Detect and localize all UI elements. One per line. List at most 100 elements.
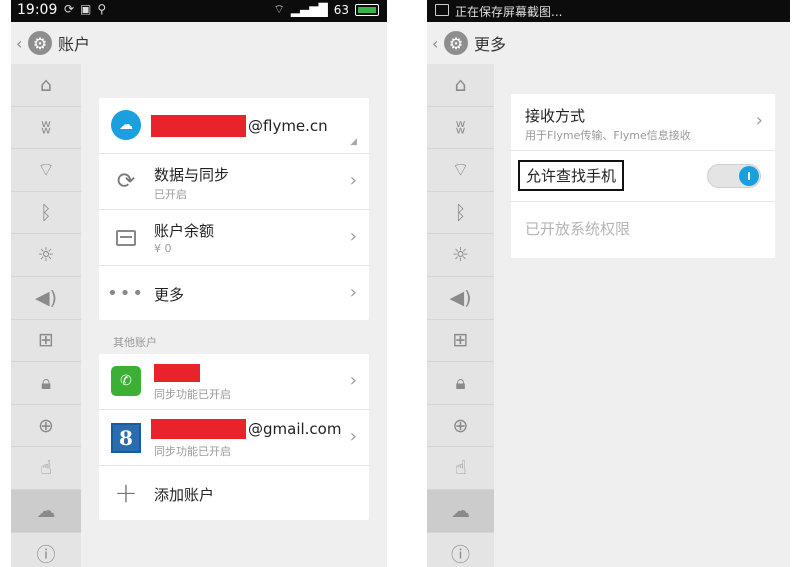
settings-sidebar: ⌂ ʬ ⌔ ᛒ ☼ ◀) ⊞ 🔒︎ ⊕ ☝ ☁ ⓘ	[11, 64, 81, 567]
list-item-balance[interactable]: 账户余额 ¥ 0 ›	[99, 210, 369, 266]
redacted-gmail-user	[151, 419, 246, 439]
wifi-icon: ⌔	[37, 158, 55, 181]
redacted-wechat-name	[154, 364, 200, 382]
granted-permissions-label: 已开放系统权限	[525, 220, 631, 238]
sidebar-item-theme[interactable]: ⌂	[427, 64, 494, 107]
sidebar-item-language[interactable]: ⊕	[427, 405, 494, 448]
settings-sidebar: ⌂ ʬ ⌔ ᛒ ☼ ◀) ⊞ 🔒︎ ⊕ ☝ ☁ ⓘ	[427, 64, 494, 567]
sidebar-item-security[interactable]: 🔒︎	[11, 362, 81, 405]
sidebar-item-display[interactable]: ☼	[427, 234, 494, 277]
wifi-signal-icon: ⌔	[273, 2, 285, 16]
list-item-receive-method[interactable]: 接收方式 用于Flyme传输、Flyme信息接收 ›	[511, 94, 775, 151]
battery-percent: 63	[333, 2, 349, 17]
hand-icon: ☝	[40, 457, 52, 480]
gmail-sync-status: 同步功能已开启	[154, 445, 231, 458]
back-arrow-icon[interactable]: ‹	[16, 34, 26, 53]
sidebar-item-apps[interactable]: ⊞	[11, 320, 81, 363]
more-dots-icon: •••	[107, 282, 145, 304]
more-content: 接收方式 用于Flyme传输、Flyme信息接收 › 允许查找手机 已开放系统权…	[494, 64, 790, 567]
apps-grid-icon: ⊞	[38, 329, 54, 352]
page-title: 账户	[58, 35, 91, 54]
list-item-wechat[interactable]: ✆ 同步功能已开启 ›	[99, 354, 369, 410]
plus-icon: +	[114, 475, 138, 509]
status-right-icons: ⌔ ▂▄▆█ 63	[274, 2, 379, 17]
sidebar-item-security[interactable]: 🔒︎	[427, 362, 494, 405]
account-card: ☁ @flyme.cn ◢ ⟳ 数据与同步 已开启 › 账户余额 ¥ 0 › •…	[99, 98, 369, 320]
receive-method-desc: 用于Flyme传输、Flyme信息接收	[525, 129, 691, 142]
accounts-content: ☁ @flyme.cn ◢ ⟳ 数据与同步 已开启 › 账户余额 ¥ 0 › •…	[81, 64, 387, 567]
chevron-right-icon: ›	[755, 110, 763, 131]
lock-location-icon: 🔒︎	[455, 371, 466, 394]
sidebar-item-accounts[interactable]: ☁	[427, 489, 494, 533]
sidebar-item-theme[interactable]: ⌂	[11, 64, 81, 107]
antenna-icon: ʬ	[41, 116, 51, 139]
bluetooth-icon: ᛒ	[454, 201, 467, 224]
sidebar-item-mobile-network[interactable]: ʬ	[11, 107, 81, 150]
chevron-right-icon: ›	[349, 282, 357, 303]
corner-triangle-icon: ◢	[350, 137, 357, 147]
sidebar-item-language[interactable]: ⊕	[11, 405, 81, 448]
sidebar-item-about[interactable]: ⓘ	[427, 533, 494, 567]
brightness-icon: ☼	[37, 244, 55, 267]
sidebar-item-display[interactable]: ☼	[11, 234, 81, 277]
flyme-email-suffix: @flyme.cn	[248, 117, 328, 135]
list-item-more[interactable]: ••• 更多 ›	[99, 266, 369, 320]
cloud-icon: ☁	[451, 499, 470, 522]
flyme-account-row[interactable]: ☁ @flyme.cn ◢	[99, 98, 369, 154]
brightness-icon: ☼	[451, 244, 470, 267]
redacted-username	[151, 115, 246, 137]
antenna-icon: ʬ	[455, 116, 466, 139]
sidebar-item-gestures[interactable]: ☝	[427, 447, 494, 490]
list-item-granted-permissions[interactable]: 已开放系统权限	[511, 202, 775, 258]
shirt-icon: ⌂	[39, 73, 53, 96]
sidebar-item-sound[interactable]: ◀)	[427, 277, 494, 320]
info-icon: ⓘ	[450, 543, 470, 566]
chevron-right-icon: ›	[349, 170, 357, 191]
receive-method-label: 接收方式	[525, 107, 586, 125]
wechat-icon: ✆	[111, 366, 141, 396]
sidebar-item-bluetooth[interactable]: ᛒ	[427, 192, 494, 235]
more-settings-card: 接收方式 用于Flyme传输、Flyme信息接收 › 允许查找手机 已开放系统权…	[511, 94, 775, 258]
settings-gear-icon[interactable]: ⚙	[28, 31, 52, 55]
volume-icon: ◀)	[34, 286, 58, 309]
sidebar-item-wifi[interactable]: ⌔	[427, 149, 494, 192]
sidebar-item-bluetooth[interactable]: ᛒ	[11, 192, 81, 235]
bluetooth-icon: ᛒ	[40, 201, 52, 224]
sidebar-item-mobile-network[interactable]: ʬ	[427, 107, 494, 150]
right-phone-screen: 正在保存屏幕截图... ‹ ⚙ 更多 ⌂ ʬ ⌔ ᛒ ☼ ◀) ⊞ 🔒︎ ⊕ ☝…	[427, 0, 790, 567]
cell-signal-icon: ▂▄▆█	[290, 2, 328, 17]
screenshot-saving-text: 正在保存屏幕截图...	[455, 5, 563, 19]
chevron-right-icon: ›	[349, 226, 357, 247]
globe-icon: ⊕	[38, 414, 54, 437]
sidebar-item-about[interactable]: ⓘ	[11, 533, 81, 567]
list-item-find-phone[interactable]: 允许查找手机	[511, 151, 775, 202]
wifi-icon: ⌔	[451, 158, 470, 181]
wechat-sync-status: 同步功能已开启	[154, 388, 231, 401]
sidebar-item-accounts[interactable]: ☁	[11, 489, 81, 533]
other-accounts-heading: 其他账户	[113, 336, 157, 349]
more-label: 更多	[154, 286, 185, 304]
list-item-data-sync[interactable]: ⟳ 数据与同步 已开启 ›	[99, 154, 369, 210]
chevron-right-icon: ›	[349, 426, 357, 447]
find-phone-toggle[interactable]	[707, 164, 761, 188]
info-icon: ⓘ	[36, 543, 56, 566]
google-icon: 8	[111, 423, 141, 453]
add-account-button[interactable]: + 添加账户	[99, 466, 369, 520]
volume-icon: ◀)	[449, 286, 472, 309]
hand-icon: ☝	[454, 457, 467, 480]
screenshot-icon	[435, 4, 449, 16]
page-title: 更多	[474, 35, 507, 54]
list-item-google[interactable]: 8 @gmail.com 同步功能已开启 ›	[99, 410, 369, 466]
find-phone-label: 允许查找手机	[518, 160, 625, 191]
left-phone-screen: 19:09 ⟳▣⚲ ⌔ ▂▄▆█ 63 ‹ ⚙ 账户 ⌂ ʬ ⌔ ᛒ ☼ ◀) …	[11, 0, 387, 567]
wallet-icon	[116, 230, 136, 246]
sidebar-item-gestures[interactable]: ☝	[11, 447, 81, 490]
back-arrow-icon[interactable]: ‹	[432, 34, 442, 53]
sidebar-item-wifi[interactable]: ⌔	[11, 149, 81, 192]
settings-gear-icon[interactable]: ⚙	[444, 31, 468, 55]
chevron-right-icon: ›	[349, 370, 357, 391]
sidebar-item-apps[interactable]: ⊞	[427, 320, 494, 363]
flyme-cloud-icon: ☁	[111, 110, 141, 140]
sidebar-item-sound[interactable]: ◀)	[11, 277, 81, 320]
status-time: 19:09	[17, 2, 58, 18]
